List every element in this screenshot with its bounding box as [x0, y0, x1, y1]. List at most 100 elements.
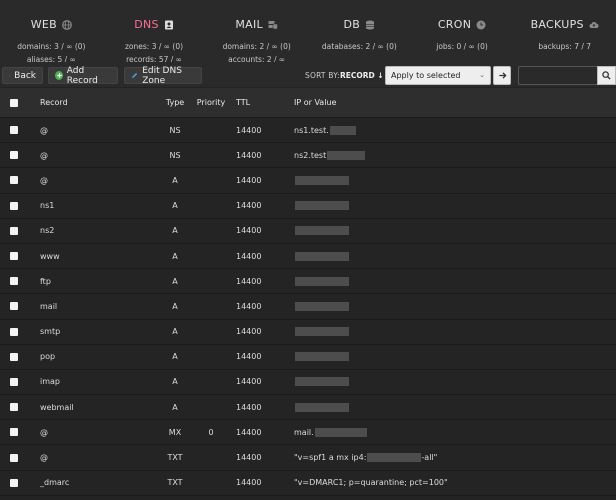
record-ttl: 14400 — [236, 125, 262, 135]
row-checkbox[interactable] — [10, 428, 18, 437]
table-row[interactable]: webmail A 14400 — [0, 395, 616, 421]
record-name[interactable]: @ — [40, 420, 48, 444]
row-checkbox[interactable] — [10, 277, 18, 286]
redacted-value — [314, 427, 367, 437]
search-icon — [602, 71, 611, 80]
table-row[interactable]: @ NS 14400 ns1.test. — [0, 118, 616, 144]
tab-backups-title: BACKUPS — [530, 18, 584, 31]
record-type: A — [172, 301, 178, 311]
record-name[interactable]: ns2 — [40, 219, 54, 243]
table-row[interactable]: _dmarc TXT 14400 "v=DMARC1; p=quarantine… — [0, 470, 616, 496]
tab-web-stat-1: domains: 3 / ∞ (0) — [17, 42, 86, 51]
record-name[interactable]: www — [40, 244, 60, 268]
table-row[interactable]: ns2 A 14400 — [0, 218, 616, 244]
header-ip-or-value[interactable]: IP or Value — [294, 88, 336, 117]
redacted-value — [295, 352, 349, 362]
row-checkbox[interactable] — [10, 226, 18, 235]
row-checkbox[interactable] — [10, 403, 18, 412]
tab-web-title: WEB — [30, 18, 57, 31]
record-name[interactable]: _dmarc — [40, 471, 69, 495]
table-row[interactable]: smtp A 14400 — [0, 319, 616, 345]
row-checkbox[interactable] — [10, 176, 18, 185]
row-checkbox[interactable] — [10, 252, 18, 261]
record-name[interactable]: webmail — [40, 395, 74, 419]
record-name[interactable]: ftp — [40, 269, 51, 293]
record-ttl: 14400 — [236, 478, 262, 488]
tab-backups[interactable]: BACKUPS backups: 7 / 7 — [513, 0, 616, 62]
table-row[interactable]: www A 14400 — [0, 243, 616, 270]
row-checkbox[interactable] — [10, 327, 18, 336]
apply-bulk-button[interactable] — [493, 66, 511, 85]
record-name[interactable]: mail — [40, 294, 57, 318]
add-record-button[interactable]: Add Record — [48, 66, 118, 86]
record-name[interactable]: @ — [40, 118, 48, 142]
table-row[interactable]: imap A 14400 — [0, 369, 616, 396]
record-value: "v=DMARC1; p=quarantine; pct=100" — [294, 478, 448, 488]
record-priority — [196, 320, 226, 344]
header-priority[interactable]: Priority — [196, 88, 226, 117]
redacted-value — [295, 251, 349, 261]
record-priority — [196, 345, 226, 369]
record-type: A — [172, 226, 178, 236]
row-checkbox[interactable] — [10, 151, 18, 160]
tab-db-stat-1: databases: 2 / ∞ (0) — [321, 42, 397, 51]
redacted-value — [295, 276, 349, 286]
record-type: A — [172, 352, 178, 362]
record-ttl: 14400 — [236, 453, 262, 463]
record-ttl: 14400 — [236, 377, 262, 387]
record-priority — [196, 445, 226, 469]
record-name[interactable]: ns1 — [40, 194, 54, 218]
record-type: TXT — [167, 453, 183, 463]
tab-web[interactable]: WEB domains: 3 / ∞ (0) aliases: 5 / ∞ — [0, 0, 103, 64]
redacted-value — [295, 301, 349, 311]
table-row[interactable]: pop A 14400 — [0, 344, 616, 370]
header-record[interactable]: Record — [40, 88, 68, 117]
sort-by-record-toggle[interactable]: RECORD ↓↑ — [340, 71, 390, 80]
search-input[interactable] — [518, 66, 598, 85]
record-priority — [196, 370, 226, 394]
tab-cron[interactable]: CRON jobs: 0 / ∞ (0) — [411, 0, 514, 62]
record-name[interactable]: @ — [40, 445, 48, 469]
bulk-action-select[interactable]: Apply to selected ⌄ — [385, 66, 491, 85]
record-priority: 0 — [208, 427, 214, 437]
row-checkbox[interactable] — [10, 126, 18, 135]
tab-dns[interactable]: DNS zones: 3 / ∞ (0) records: 57 / ∞ — [103, 0, 206, 64]
row-checkbox[interactable] — [10, 453, 18, 462]
record-name[interactable]: imap — [40, 370, 60, 394]
table-row[interactable]: @ A 14400 — [0, 168, 616, 194]
table-header-row: Record Type Priority TTL IP or Value — [0, 88, 616, 118]
record-name[interactable]: smtp — [40, 320, 60, 344]
tab-mail[interactable]: MAIL domains: 2 / ∞ (0) accounts: 2 / ∞ — [205, 0, 308, 64]
redacted-value — [329, 125, 356, 135]
record-ttl: 14400 — [236, 402, 262, 412]
row-checkbox[interactable] — [10, 478, 18, 487]
table-row[interactable]: @ NS 14400 ns2.test — [0, 143, 616, 169]
header-type[interactable]: Type — [160, 88, 190, 117]
tab-backups-stat-1: backups: 7 / 7 — [538, 42, 592, 51]
row-checkbox[interactable] — [10, 377, 18, 386]
tab-mail-stat-1: domains: 2 / ∞ (0) — [222, 42, 291, 51]
row-checkbox[interactable] — [10, 302, 18, 311]
table-row[interactable]: @ MX 0 14400 mail. — [0, 420, 616, 446]
row-checkbox[interactable] — [10, 201, 18, 210]
table-row[interactable]: ftp A 14400 — [0, 269, 616, 295]
header-ttl[interactable]: TTL — [236, 88, 250, 117]
record-name[interactable]: @ — [40, 168, 48, 192]
tab-db[interactable]: DB databases: 2 / ∞ (0) — [308, 0, 411, 62]
row-checkbox[interactable] — [10, 352, 18, 361]
record-ttl: 14400 — [236, 327, 262, 337]
record-name[interactable]: @ — [40, 143, 48, 167]
select-all-checkbox[interactable] — [10, 98, 18, 107]
edit-dns-zone-button[interactable]: Edit DNS Zone — [124, 66, 202, 86]
table-row[interactable]: ns1 A 14400 — [0, 193, 616, 219]
record-type: A — [172, 175, 178, 185]
table-row[interactable]: mail A 14400 — [0, 294, 616, 320]
record-priority — [196, 194, 226, 218]
table-row[interactable]: @ TXT 14400 "v=spf1 a mx ip4: -all" — [0, 445, 616, 471]
record-type: A — [172, 377, 178, 387]
back-button[interactable]: Back — [2, 67, 43, 84]
redacted-value — [295, 402, 349, 412]
search-button[interactable] — [597, 66, 616, 85]
record-name[interactable]: pop — [40, 345, 55, 369]
record-type: A — [172, 402, 178, 412]
